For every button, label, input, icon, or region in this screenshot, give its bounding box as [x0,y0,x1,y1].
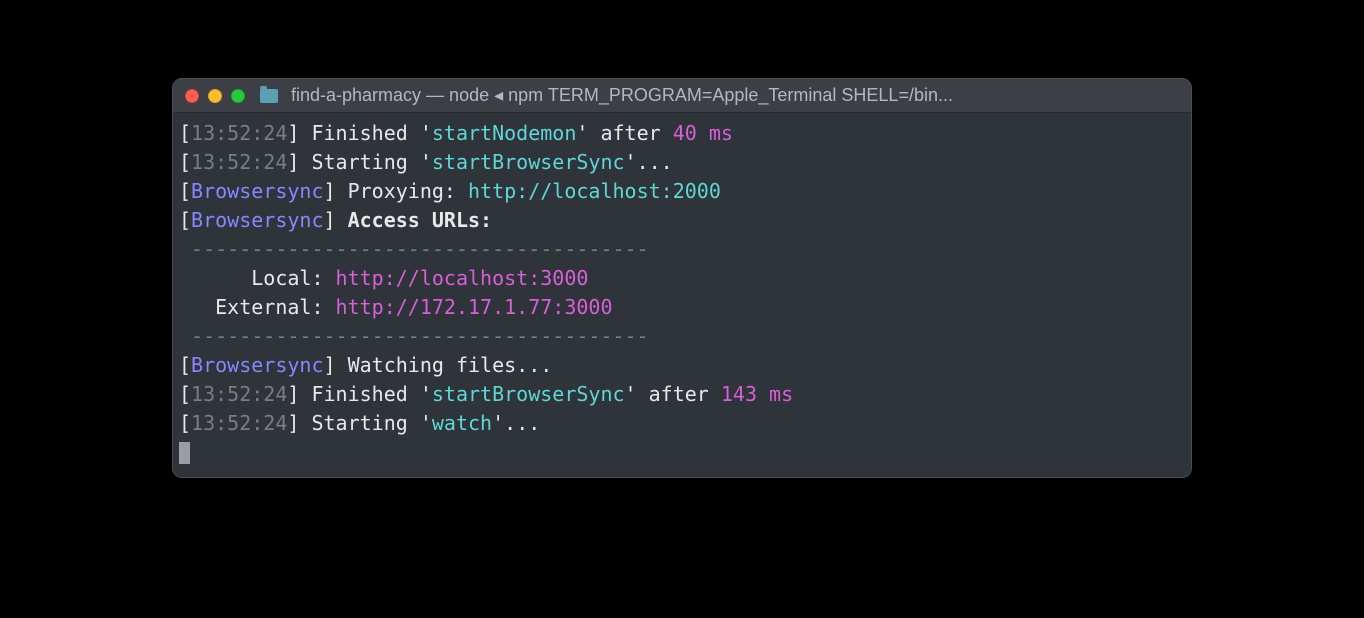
log-text: '... [625,150,673,174]
minimize-button[interactable] [208,89,222,103]
url-label: Local: [179,266,336,290]
task-name: startBrowserSync [432,382,625,406]
url: http://localhost:2000 [468,179,721,203]
task-name: startNodemon [432,121,577,145]
terminal-window: find-a-pharmacy — node ◂ npm TERM_PROGRA… [172,78,1192,478]
timestamp: 13:52:24 [191,411,287,435]
cursor [179,442,190,464]
url: http://localhost:3000 [336,266,589,290]
log-text: '... [492,411,540,435]
terminal-output[interactable]: [13:52:24] Finished 'startNodemon' after… [173,113,1191,477]
titlebar[interactable]: find-a-pharmacy — node ◂ npm TERM_PROGRA… [173,79,1191,113]
log-text: Starting ' [311,411,431,435]
duration: 143 ms [721,382,793,406]
log-text: ' after [576,121,672,145]
maximize-button[interactable] [231,89,245,103]
log-text: ' after [625,382,721,406]
url-label: External: [179,295,336,319]
divider: -------------------------------------- [179,237,649,261]
log-text: Proxying: [336,179,468,203]
browsersync-tag: Browsersync [191,179,323,203]
task-name: watch [432,411,492,435]
window-title: find-a-pharmacy — node ◂ npm TERM_PROGRA… [291,85,953,106]
timestamp: 13:52:24 [191,150,287,174]
browsersync-tag: Browsersync [191,353,323,377]
folder-icon [260,89,278,103]
log-text: Watching files... [336,353,553,377]
duration: 40 ms [673,121,733,145]
url: http://172.17.1.77:3000 [336,295,613,319]
divider: -------------------------------------- [179,324,649,348]
browsersync-tag: Browsersync [191,208,323,232]
close-button[interactable] [185,89,199,103]
timestamp: 13:52:24 [191,121,287,145]
log-text: Finished ' [311,382,431,406]
timestamp: 13:52:24 [191,382,287,406]
log-text: Finished ' [311,121,431,145]
log-text: Access URLs: [336,208,493,232]
task-name: startBrowserSync [432,150,625,174]
log-text: Starting ' [311,150,431,174]
